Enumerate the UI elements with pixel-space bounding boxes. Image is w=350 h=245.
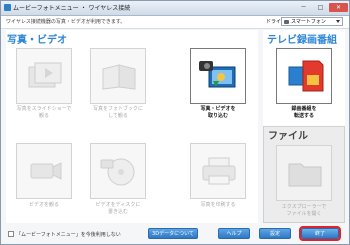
slideshow-label: 写真をスライドショーで 観る bbox=[16, 106, 72, 119]
section-title-tv: テレビ録画番組 bbox=[267, 35, 337, 46]
help-button[interactable]: ヘルプ bbox=[218, 228, 250, 239]
bottom-bar: 「ムービーフォトメニュー」を今後利用しない 3Dデータについて ヘルプ 設定 終… bbox=[1, 225, 349, 245]
file-pane: ファイル エクスプローラーで ファイルを開く bbox=[263, 126, 345, 223]
disc-label: ビデオをディスクに 書き込む bbox=[95, 202, 141, 215]
import-icon bbox=[199, 61, 236, 88]
dont-use-label: 「ムービーフォトメニュー」を今後利用しない bbox=[16, 232, 121, 238]
dont-use-checkbox[interactable] bbox=[8, 231, 14, 237]
info-bar: ワイヤレス接続機器の写真・ビデオが利用できます。 ドライブ スマートフォン bbox=[1, 16, 349, 29]
explorer-tile[interactable] bbox=[276, 145, 332, 201]
slideshow-tile[interactable] bbox=[16, 48, 72, 104]
printer-icon bbox=[202, 157, 236, 185]
chevron-down-icon bbox=[336, 20, 340, 23]
phone-icon bbox=[284, 20, 289, 24]
app-window: ムービーフォトメニュー ・ ワイヤレス接続 － □ ✕ ワイヤレス接続機器の写真… bbox=[0, 0, 350, 245]
sd-card-icon bbox=[288, 60, 324, 92]
exit-button[interactable]: 終了 bbox=[299, 226, 341, 241]
import-tile[interactable] bbox=[190, 48, 246, 104]
photobook-icon bbox=[102, 64, 136, 90]
disc-tile[interactable] bbox=[90, 143, 146, 199]
minimize-button[interactable]: － bbox=[295, 3, 312, 12]
app-icon bbox=[4, 4, 11, 11]
photobook-tile[interactable] bbox=[90, 48, 146, 104]
import-label: 写真・ビデオを 取り込む bbox=[200, 106, 236, 119]
watch-video-label: ビデオを観る bbox=[28, 202, 59, 208]
info-message: ワイヤレス接続機器の写真・ビデオが利用できます。 bbox=[6, 19, 126, 25]
explorer-label: エクスプローラーで ファイルを開く bbox=[281, 204, 327, 217]
drive-select-value: スマートフォン bbox=[291, 19, 326, 25]
drive-select[interactable]: スマートフォン bbox=[281, 17, 343, 26]
disc-icon bbox=[100, 158, 135, 186]
window-title: ムービーフォトメニュー ・ ワイヤレス接続 bbox=[13, 5, 131, 12]
maximize-button[interactable]: □ bbox=[312, 3, 329, 12]
slideshow-icon bbox=[28, 62, 62, 88]
photo-video-pane: 写真・ビデオ 写真をスライドショーで 観る 写真をフォトブックに して観る 写真… bbox=[6, 30, 258, 223]
photobook-label: 写真をフォトブックに して観る bbox=[92, 106, 143, 119]
tv-transfer-label: 録画番組を 転送する bbox=[291, 106, 317, 119]
video-camera-icon bbox=[30, 162, 62, 180]
tv-pane: テレビ録画番組 録画番組を 転送する bbox=[263, 30, 345, 126]
section-title-file: ファイル bbox=[268, 131, 308, 142]
close-button[interactable]: ✕ bbox=[329, 3, 348, 12]
3d-data-button[interactable]: 3Dデータについて bbox=[148, 228, 198, 239]
folder-icon bbox=[288, 163, 322, 187]
settings-button[interactable]: 設定 bbox=[259, 228, 291, 239]
title-bar: ムービーフォトメニュー ・ ワイヤレス接続 － □ ✕ bbox=[1, 1, 349, 16]
watch-video-tile[interactable] bbox=[16, 143, 72, 199]
section-title-photo-video: 写真・ビデオ bbox=[7, 35, 67, 46]
tv-transfer-tile[interactable] bbox=[276, 48, 332, 104]
print-label: 写真を印刷する bbox=[200, 202, 236, 208]
print-tile[interactable] bbox=[190, 143, 246, 199]
